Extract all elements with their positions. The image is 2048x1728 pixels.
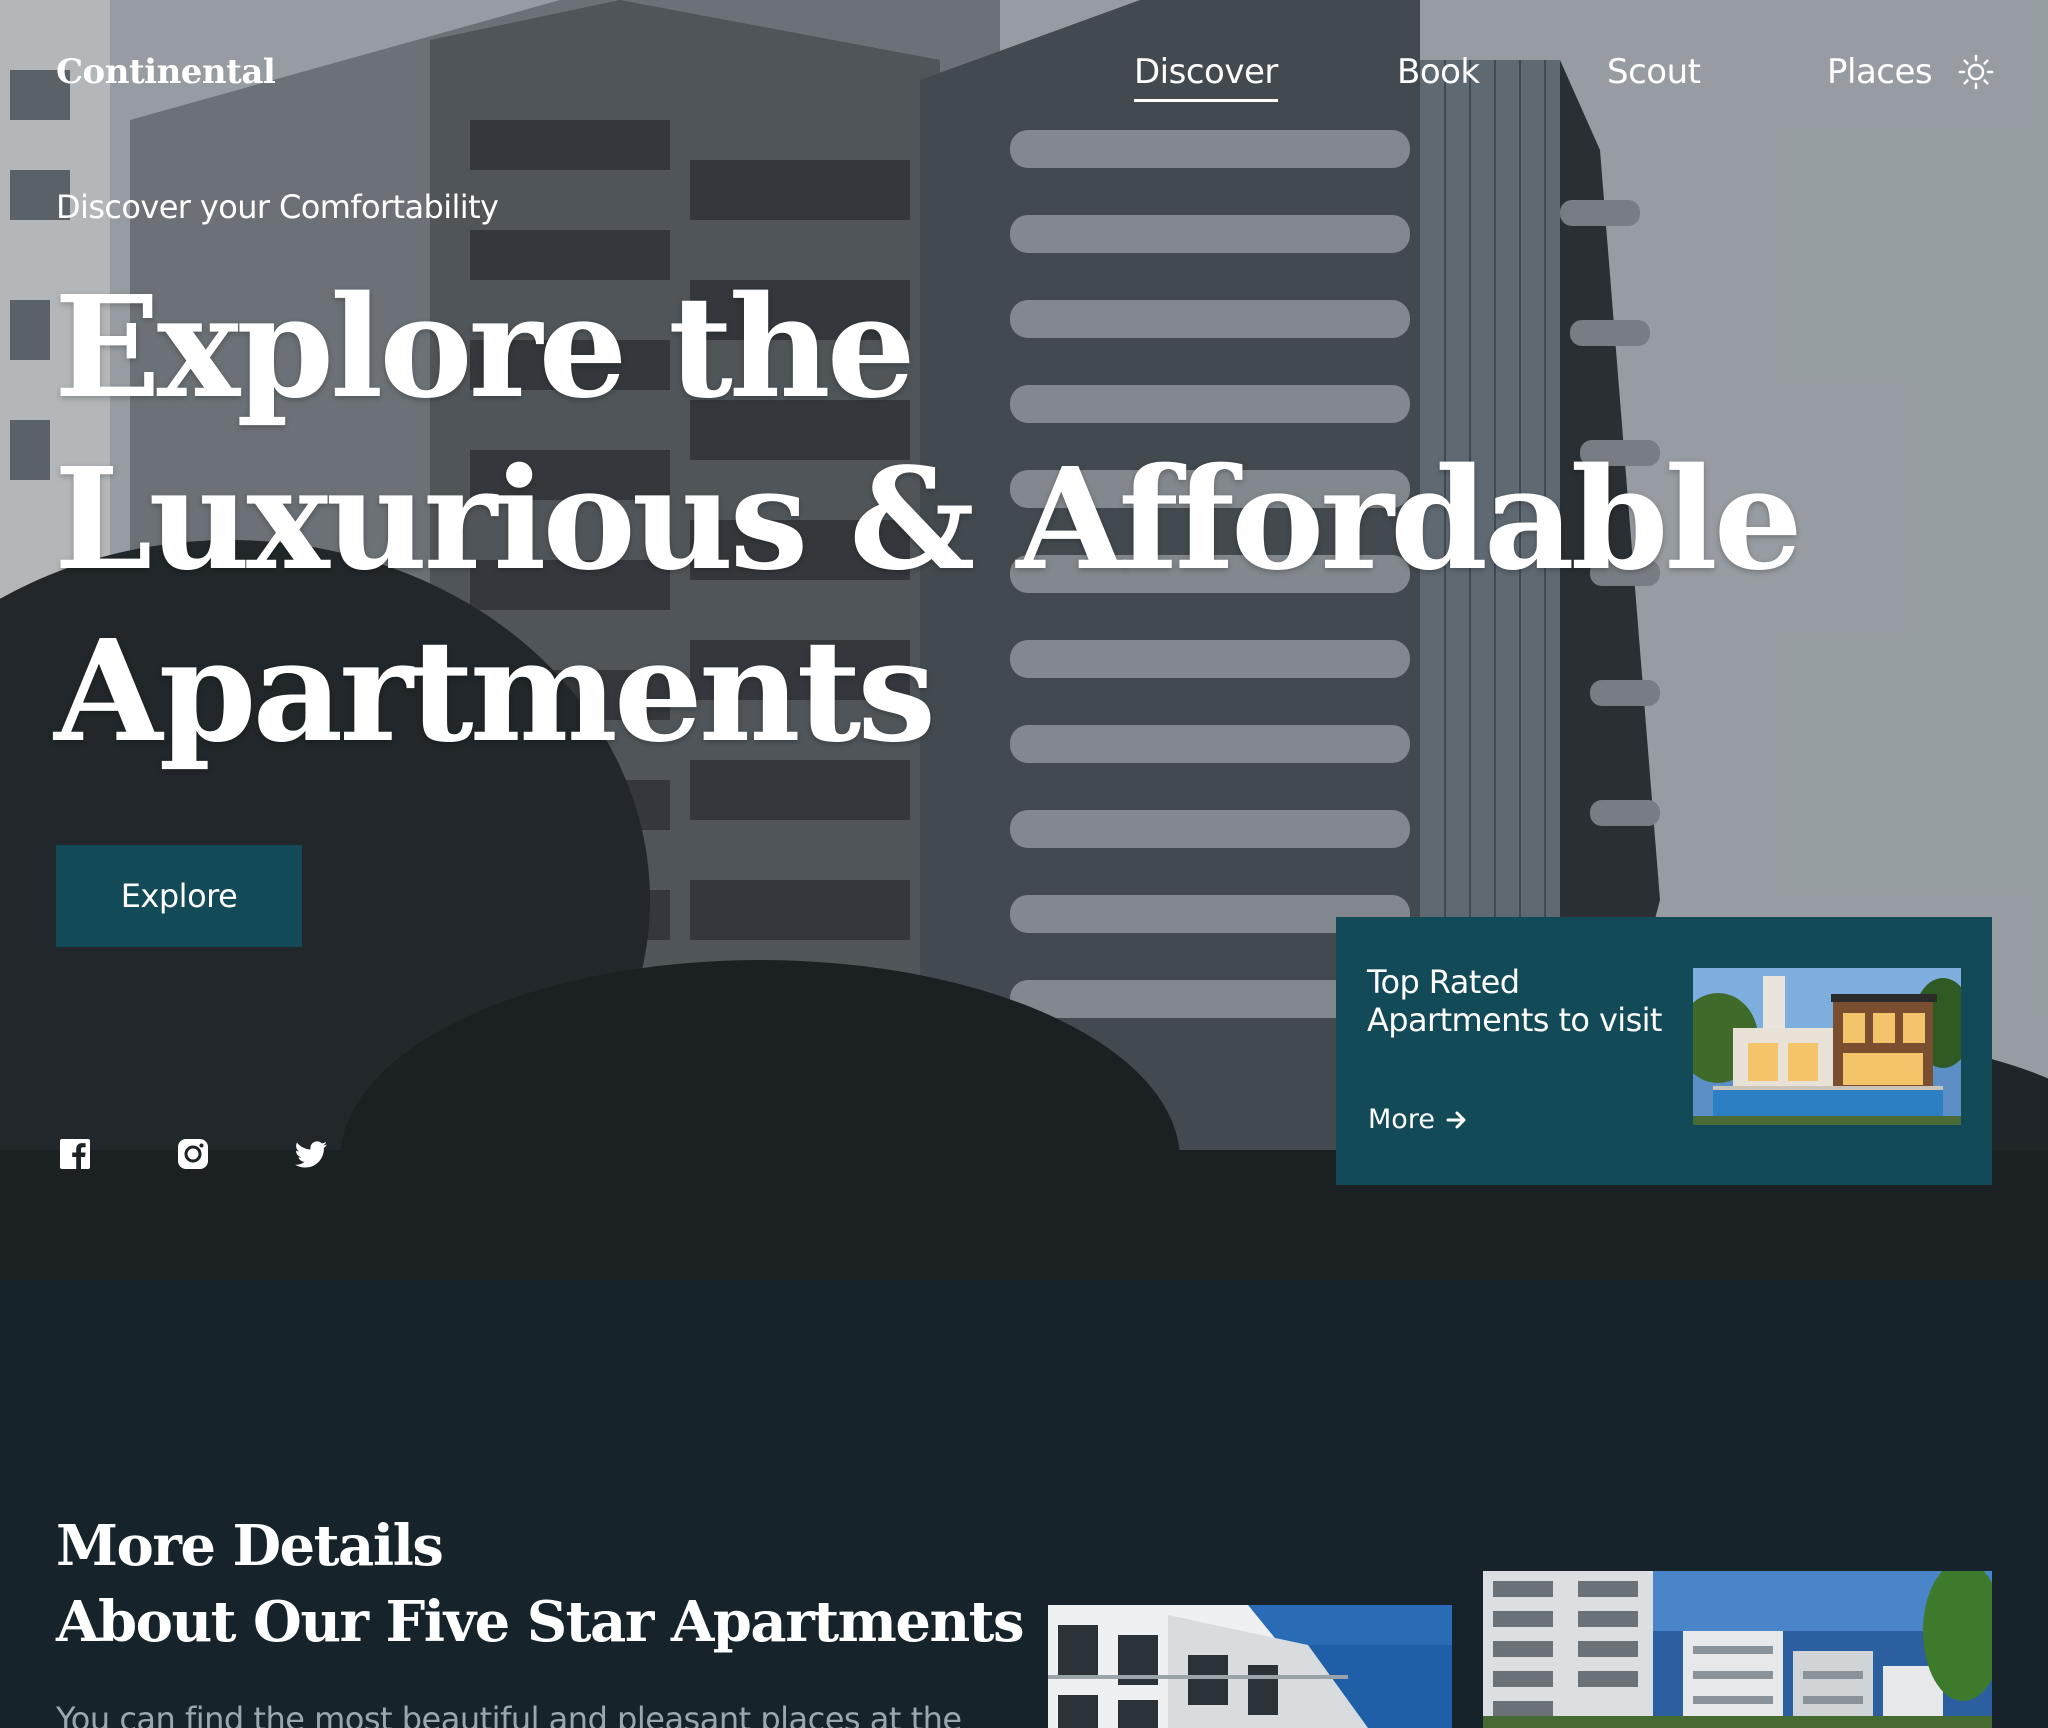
promo-more-label: More xyxy=(1368,1104,1435,1135)
headline-line: Luxurious & Affordable xyxy=(54,438,1803,602)
headline-line: Explore the xyxy=(54,266,916,430)
hero-section: Continental Discover Book Scout Places D… xyxy=(0,0,2048,1280)
nav-item-discover[interactable]: Discover xyxy=(1134,52,1278,102)
explore-button[interactable]: Explore xyxy=(56,845,302,947)
instagram-icon[interactable] xyxy=(175,1136,211,1172)
details-title-line: More Details xyxy=(56,1513,444,1579)
hero-headline: Explore the Luxurious & Affordable Apart… xyxy=(54,262,1803,778)
details-title-line: About Our Five Star Apartments xyxy=(56,1589,1025,1655)
promo-more-link[interactable]: More xyxy=(1368,1104,1467,1135)
sun-icon[interactable] xyxy=(1958,54,1994,90)
modern-house-image xyxy=(1693,968,1961,1125)
arrow-right-icon xyxy=(1446,1111,1466,1128)
details-title: More Details About Our Five Star Apartme… xyxy=(56,1508,1025,1660)
headline-line: Apartments xyxy=(54,610,936,774)
promo-title: Top Rated Apartments to visit xyxy=(1367,963,1662,1039)
top-rated-card: Top Rated Apartments to visit More xyxy=(1336,917,1992,1185)
facebook-icon[interactable] xyxy=(57,1136,93,1172)
nav-item-book[interactable]: Book xyxy=(1397,52,1480,92)
nav-item-places[interactable]: Places xyxy=(1827,52,1933,92)
hero-eyebrow: Discover your Comfortability xyxy=(56,188,499,226)
nav-item-scout[interactable]: Scout xyxy=(1607,52,1701,92)
apartment-photo-2 xyxy=(1483,1571,1992,1728)
main-nav: Discover Book Scout Places xyxy=(0,52,2048,112)
apartment-photo-1 xyxy=(1048,1605,1452,1728)
twitter-icon[interactable] xyxy=(293,1136,329,1172)
details-text: You can find the most beautiful and plea… xyxy=(56,1700,962,1728)
